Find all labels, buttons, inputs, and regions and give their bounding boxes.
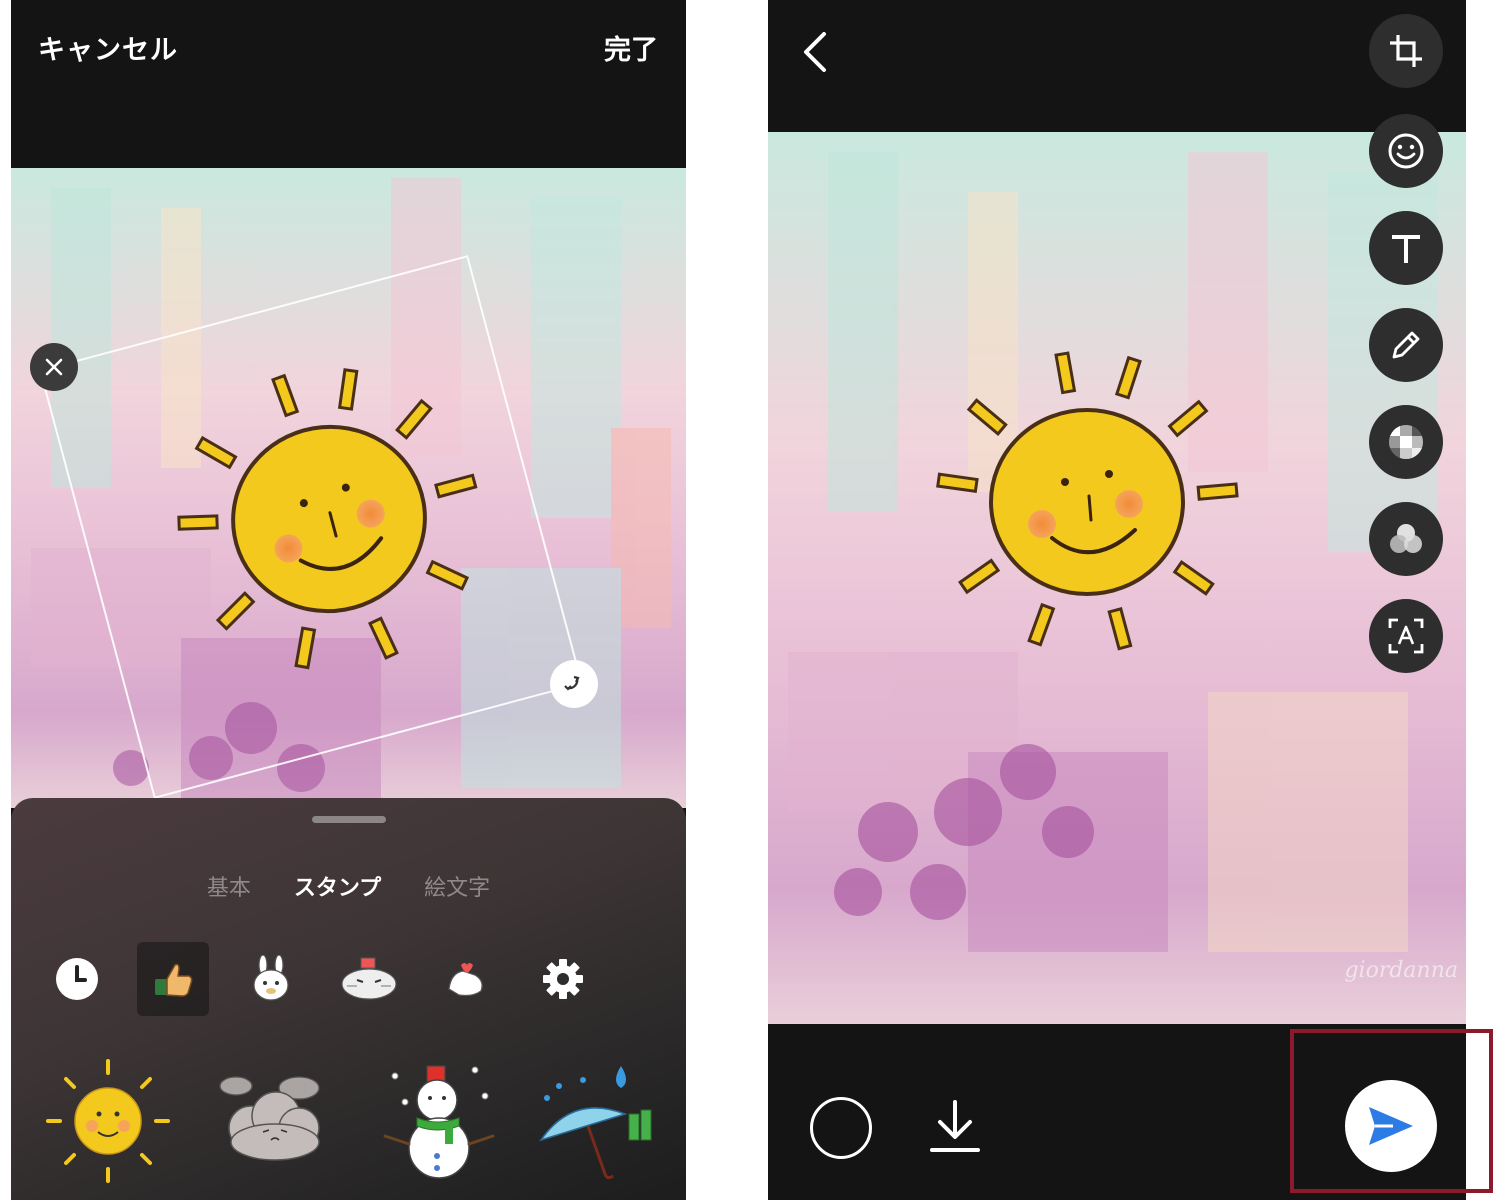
done-button[interactable]: 完了 [604, 28, 658, 67]
category-rabbit[interactable] [235, 942, 307, 1016]
photo-canvas [768, 132, 1466, 1024]
text-recognition-icon [1388, 618, 1424, 654]
rabbit-icon [253, 955, 289, 1001]
photo-edit-screen: giordanna [768, 0, 1466, 1200]
top-bar [11, 0, 686, 168]
rotate-arrows-icon [564, 675, 580, 691]
hand-icon [448, 963, 483, 997]
sticker-grid [11, 1056, 686, 1196]
smiley-icon [1388, 133, 1424, 169]
sticker-button[interactable] [1369, 114, 1443, 188]
cancel-button[interactable]: キャンセル [38, 28, 178, 67]
rotate-resize-handle[interactable] [550, 660, 598, 708]
cloud-sticker-icon [219, 1076, 320, 1161]
download-icon [930, 1100, 980, 1152]
crop-button[interactable] [1369, 14, 1443, 88]
delete-sticker-button[interactable] [30, 343, 78, 391]
crop-icon [1390, 35, 1422, 67]
capture-circle-button[interactable] [810, 1097, 872, 1159]
sun-sticker[interactable] [43, 1056, 173, 1186]
mosaic-icon [1389, 425, 1423, 459]
cat-icon [341, 957, 397, 1000]
tab-emoji[interactable]: 絵文字 [424, 870, 490, 902]
tab-basic[interactable]: 基本 [207, 870, 251, 902]
category-cat[interactable] [333, 942, 405, 1016]
text-button[interactable] [1369, 211, 1443, 285]
category-thumbs-up[interactable] [137, 942, 209, 1016]
category-finger-heart[interactable] [431, 942, 503, 1016]
tab-stamps[interactable]: スタンプ [294, 870, 381, 902]
sticker-tabs: 基本 スタンプ 絵文字 [11, 870, 686, 902]
close-icon [45, 358, 63, 376]
sun-sticker-icon [46, 1059, 170, 1183]
mosaic-button[interactable] [1369, 405, 1443, 479]
thumbs-up-icon [155, 963, 193, 997]
back-button[interactable] [796, 28, 840, 76]
filter-icon [1390, 524, 1422, 553]
sticker-panel: 基本 スタンプ 絵文字 [11, 798, 686, 1200]
send-highlight-box [1290, 1029, 1493, 1193]
sticker-editor-screen: キャンセル 完了 基本 スタンプ 絵文字 [11, 0, 686, 1200]
panel-drag-handle[interactable] [312, 816, 386, 823]
umbrella-sticker-icon [539, 1066, 652, 1180]
umbrella-rain-sticker[interactable] [533, 1056, 663, 1186]
chevron-left-icon [804, 32, 826, 72]
snowman-sticker-icon [383, 1065, 495, 1179]
gear-icon [543, 959, 583, 999]
snowman-sticker[interactable] [375, 1056, 505, 1186]
text-icon [1392, 235, 1420, 263]
pen-icon [1392, 331, 1420, 359]
download-button[interactable] [928, 1098, 982, 1156]
cloud-sticker[interactable] [211, 1056, 341, 1186]
text-recognition-button[interactable] [1369, 599, 1443, 673]
filter-button[interactable] [1369, 502, 1443, 576]
pen-button[interactable] [1369, 308, 1443, 382]
clock-icon [56, 958, 98, 1000]
category-recent[interactable] [41, 942, 113, 1016]
category-settings[interactable] [527, 942, 599, 1016]
